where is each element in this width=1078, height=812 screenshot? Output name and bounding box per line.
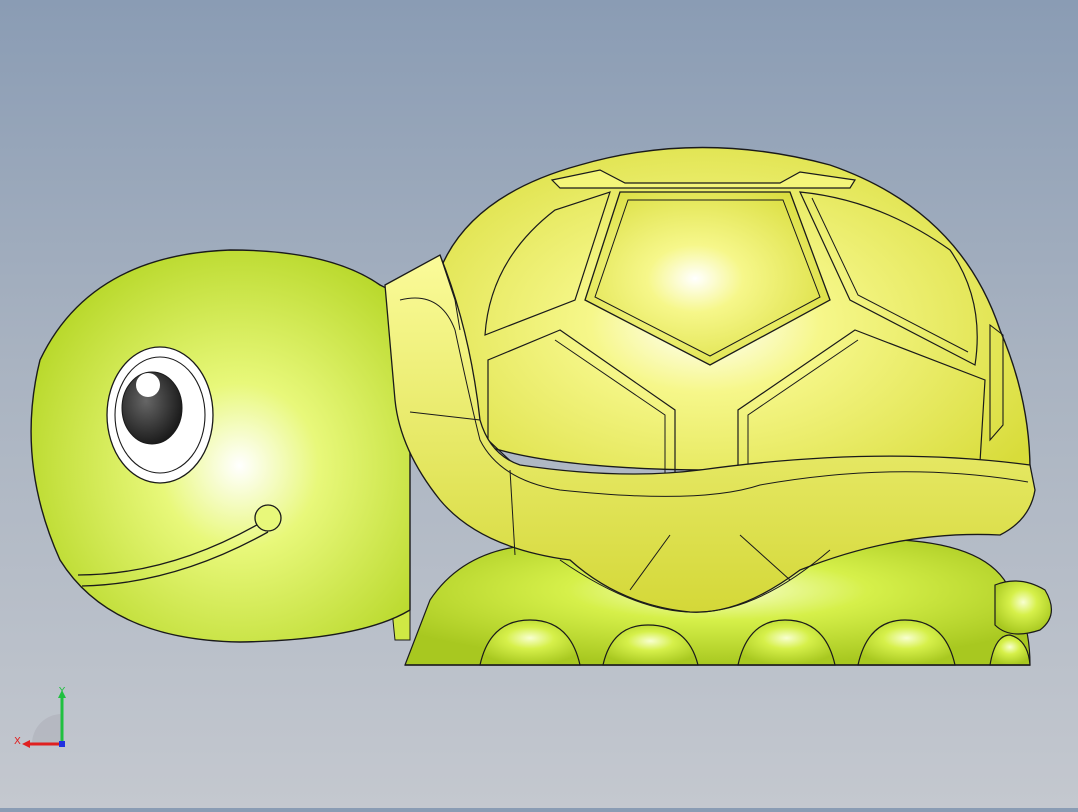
x-axis-label: X (14, 736, 21, 747)
axis-triad-icon: Y X (14, 686, 66, 748)
z-axis-marker (59, 741, 65, 747)
orientation-triad: Y X (12, 686, 76, 750)
turtle-model[interactable] (0, 0, 1078, 808)
turtle-head (30, 249, 411, 643)
turtle-eye (106, 346, 214, 484)
y-axis-label: Y (58, 686, 66, 697)
3d-viewport[interactable] (0, 0, 1078, 808)
